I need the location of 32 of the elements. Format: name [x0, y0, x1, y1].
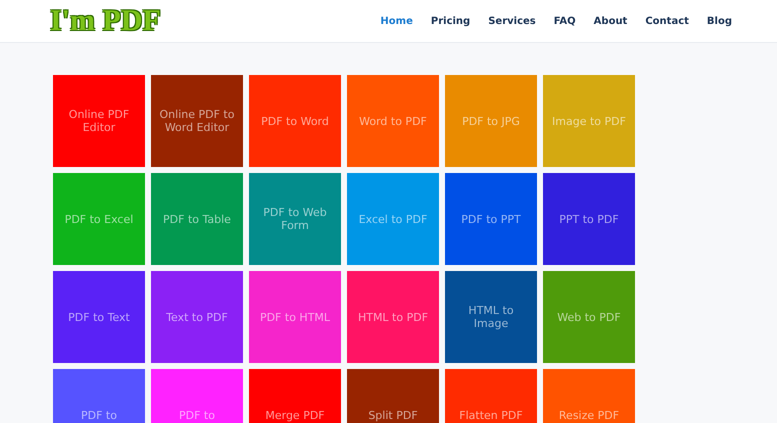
tool-tile[interactable]: PDF to [53, 369, 145, 423]
tool-tile[interactable]: PDF to PPT [445, 173, 537, 265]
tool-tile[interactable]: PDF to [151, 369, 243, 423]
tool-tile[interactable]: PDF to Excel [53, 173, 145, 265]
tool-tile[interactable]: Web to PDF [543, 271, 635, 363]
nav-link[interactable]: Home [380, 14, 413, 28]
nav-link[interactable]: About [594, 14, 628, 28]
tool-tile[interactable]: Image to PDF [543, 75, 635, 167]
tool-tile[interactable]: PDF to JPG [445, 75, 537, 167]
tool-tile[interactable]: Excel to PDF [347, 173, 439, 265]
nav-link[interactable]: Services [488, 14, 536, 28]
tool-tile[interactable]: Flatten PDF [445, 369, 537, 423]
tool-tile[interactable]: PDF to HTML [249, 271, 341, 363]
tool-tile[interactable]: PDF to Table [151, 173, 243, 265]
tool-tile[interactable]: PDF to Web Form [249, 173, 341, 265]
tool-tile[interactable]: HTML to PDF [347, 271, 439, 363]
tool-tile[interactable]: Online PDF to Word Editor [151, 75, 243, 167]
tool-tile[interactable]: Online PDF Editor [53, 75, 145, 167]
nav-link[interactable]: Contact [645, 14, 689, 28]
tool-tile[interactable]: PPT to PDF [543, 173, 635, 265]
site-logo[interactable]: I'm PDF [50, 6, 161, 36]
tool-tile[interactable]: PDF to Word [249, 75, 341, 167]
tool-tile[interactable]: Merge PDF [249, 369, 341, 423]
tool-tile[interactable]: Split PDF [347, 369, 439, 423]
tool-tile[interactable]: Text to PDF [151, 271, 243, 363]
tool-tile[interactable]: HTML to Image [445, 271, 537, 363]
tool-tile[interactable]: Word to PDF [347, 75, 439, 167]
tool-tile[interactable]: Resize PDF [543, 369, 635, 423]
nav-link[interactable]: Blog [706, 14, 732, 28]
tool-tile[interactable]: PDF to Text [53, 271, 145, 363]
nav-link[interactable]: Pricing [430, 14, 470, 28]
nav-link[interactable]: FAQ [554, 14, 576, 28]
